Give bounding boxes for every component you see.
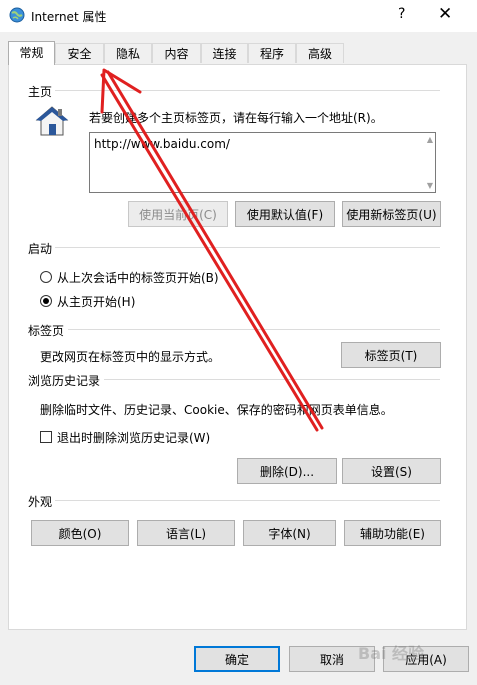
accessibility-button[interactable]: 辅助功能(E) — [344, 520, 441, 546]
internet-globe-icon — [9, 7, 25, 23]
title-bar: Internet 属性 ? ✕ — [0, 0, 477, 32]
home-section-label: 主页 — [28, 85, 53, 99]
radio-home-page[interactable] — [40, 295, 52, 307]
tabs-settings-button[interactable]: 标签页(T) — [341, 342, 441, 368]
scroll-down-icon[interactable]: ▼ — [427, 181, 433, 190]
languages-button[interactable]: 语言(L) — [137, 520, 235, 546]
tab-content[interactable]: 内容 — [152, 43, 201, 63]
tabs-section-label: 标签页 — [28, 324, 65, 338]
tabs-description: 更改网页在标签页中的显示方式。 — [40, 350, 221, 364]
tab-advanced[interactable]: 高级 — [296, 43, 344, 63]
scroll-up-icon[interactable]: ▲ — [427, 135, 433, 144]
colors-button[interactable]: 颜色(O) — [31, 520, 129, 546]
appearance-divider — [55, 500, 440, 501]
history-settings-button[interactable]: 设置(S) — [342, 458, 441, 484]
startup-divider — [55, 247, 440, 248]
tab-programs[interactable]: 程序 — [248, 43, 296, 63]
ok-button[interactable]: 确定 — [194, 646, 280, 672]
use-current-button[interactable]: 使用当前页(C) — [128, 201, 228, 227]
delete-on-exit-checkbox[interactable] — [40, 431, 52, 443]
history-description: 删除临时文件、历史记录、Cookie、保存的密码和网页表单信息。 — [40, 403, 393, 417]
appearance-section-label: 外观 — [28, 495, 53, 509]
window-title: Internet 属性 — [31, 10, 107, 24]
home-divider — [55, 90, 440, 91]
delete-on-exit-label[interactable]: 退出时删除浏览历史记录(W) — [57, 429, 210, 446]
history-section-label: 浏览历史记录 — [28, 374, 101, 388]
radio-home-page-label[interactable]: 从主页开始(H) — [57, 293, 135, 310]
home-url-textarea[interactable]: http://www.baidu.com/ ▲ ▼ — [89, 132, 436, 193]
tab-privacy[interactable]: 隐私 — [104, 43, 152, 63]
startup-section-label: 启动 — [28, 242, 53, 256]
tabs-divider — [68, 329, 440, 330]
radio-last-session-label[interactable]: 从上次会话中的标签页开始(B) — [57, 269, 219, 286]
help-button[interactable]: ? — [398, 6, 405, 22]
tab-security[interactable]: 安全 — [55, 43, 104, 63]
home-description: 若要创建多个主页标签页，请在每行输入一个地址(R)。 — [89, 111, 383, 125]
history-divider — [104, 379, 440, 380]
close-button[interactable]: ✕ — [438, 4, 452, 24]
house-icon — [35, 106, 69, 136]
tab-connections[interactable]: 连接 — [201, 43, 248, 63]
home-url-value: http://www.baidu.com/ — [94, 137, 230, 151]
radio-last-session[interactable] — [40, 271, 52, 283]
tab-general[interactable]: 常规 — [8, 41, 55, 65]
watermark-text: Bai 经验 — [358, 644, 425, 663]
use-default-button[interactable]: 使用默认值(F) — [235, 201, 335, 227]
use-new-tab-button[interactable]: 使用新标签页(U) — [342, 201, 441, 227]
fonts-button[interactable]: 字体(N) — [243, 520, 336, 546]
delete-history-button[interactable]: 删除(D)... — [237, 458, 337, 484]
